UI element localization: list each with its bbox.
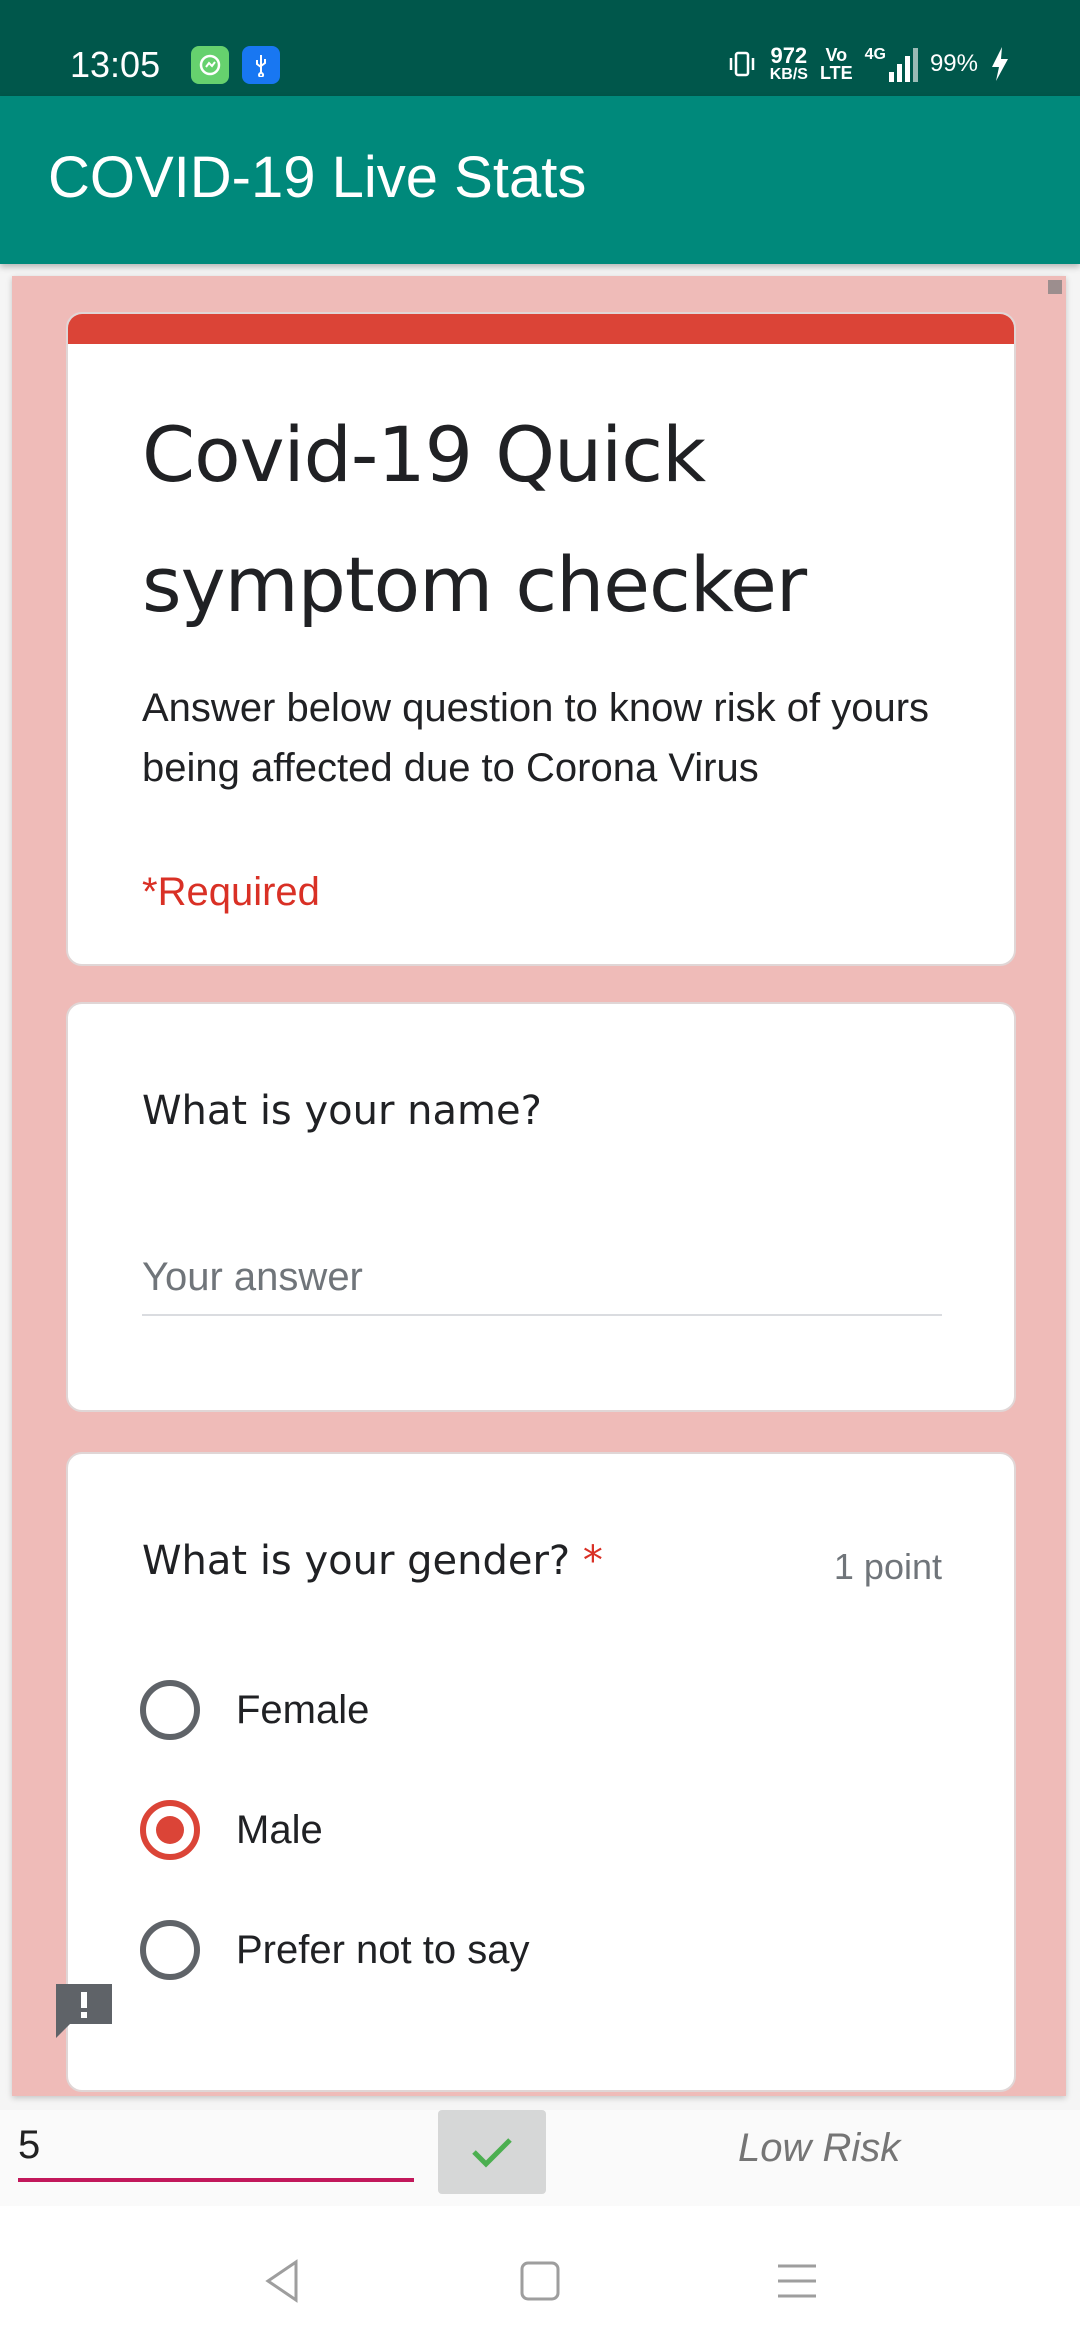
feedback-icon[interactable] — [52, 1980, 116, 2040]
radio-option-male[interactable]: Male — [140, 1798, 323, 1862]
radio-button[interactable] — [140, 1920, 200, 1980]
form-webview[interactable]: Covid-19 Quick symptom checker Answer be… — [12, 276, 1066, 2096]
risk-label: Low Risk — [738, 2126, 901, 2170]
radio-option-prefer-not[interactable]: Prefer not to say — [140, 1918, 529, 1982]
net-speed-value: 972 — [770, 43, 808, 68]
vibrate-icon — [729, 51, 754, 77]
back-icon[interactable] — [258, 2256, 308, 2306]
scroll-indicator — [1048, 280, 1062, 294]
question-card-name: What is your name? — [66, 1002, 1016, 1412]
status-indicators: 972 KB/S Vo LTE 4G 99% — [726, 42, 1010, 86]
option-label: Prefer not to say — [236, 1927, 530, 1972]
menu-icon[interactable] — [772, 2256, 822, 2306]
option-label: Male — [236, 1807, 323, 1852]
score-input[interactable] — [18, 2112, 414, 2182]
status-bar: 13:05 972 KB/S Vo LTE 4G 99% — [0, 0, 1080, 96]
question-points: 1 point — [833, 1546, 942, 1587]
status-time: 13:05 — [70, 44, 161, 85]
volte-bottom: LTE — [819, 63, 853, 83]
radio-button-selected[interactable] — [140, 1800, 200, 1860]
question-card-gender: What is your gender? * 1 point Female Ma… — [66, 1452, 1016, 2092]
battery-level: 99% — [929, 50, 978, 77]
form-title: Covid-19 Quick symptom checker — [142, 410, 807, 629]
required-note: *Required — [142, 870, 320, 914]
app-bar: COVID-19 Live Stats — [0, 96, 1080, 264]
radio-button[interactable] — [140, 1680, 200, 1740]
messenger-icon — [191, 46, 229, 84]
navigation-bar — [0, 2206, 1080, 2340]
net-speed-unit: KB/S — [769, 66, 808, 83]
form-header-card: Covid-19 Quick symptom checker Answer be… — [66, 312, 1016, 966]
form-description: Answer below question to know risk of yo… — [142, 686, 930, 790]
name-answer-input[interactable] — [142, 1240, 942, 1316]
radio-option-female[interactable]: Female — [140, 1678, 369, 1742]
home-icon[interactable] — [515, 2256, 565, 2306]
net-speed: 972 KB/S — [770, 45, 808, 83]
check-button[interactable] — [438, 2110, 546, 2194]
question-title-name: What is your name? — [142, 1088, 542, 1134]
form-accent-bar — [68, 314, 1014, 344]
usb-icon — [242, 46, 280, 84]
network-type: 4G — [864, 46, 886, 63]
option-label: Female — [236, 1687, 370, 1732]
check-icon — [472, 2138, 512, 2168]
question-title-gender: What is your gender? * — [142, 1538, 603, 1584]
app-title: COVID-19 Live Stats — [48, 145, 587, 210]
required-star: * — [582, 1538, 603, 1584]
volte-top: Vo — [825, 45, 848, 65]
charging-icon — [992, 47, 1008, 81]
question-title-gender-text: What is your gender? — [142, 1538, 571, 1584]
signal-icon: 4G — [865, 46, 918, 82]
volte-indicator: Vo LTE — [820, 46, 853, 82]
